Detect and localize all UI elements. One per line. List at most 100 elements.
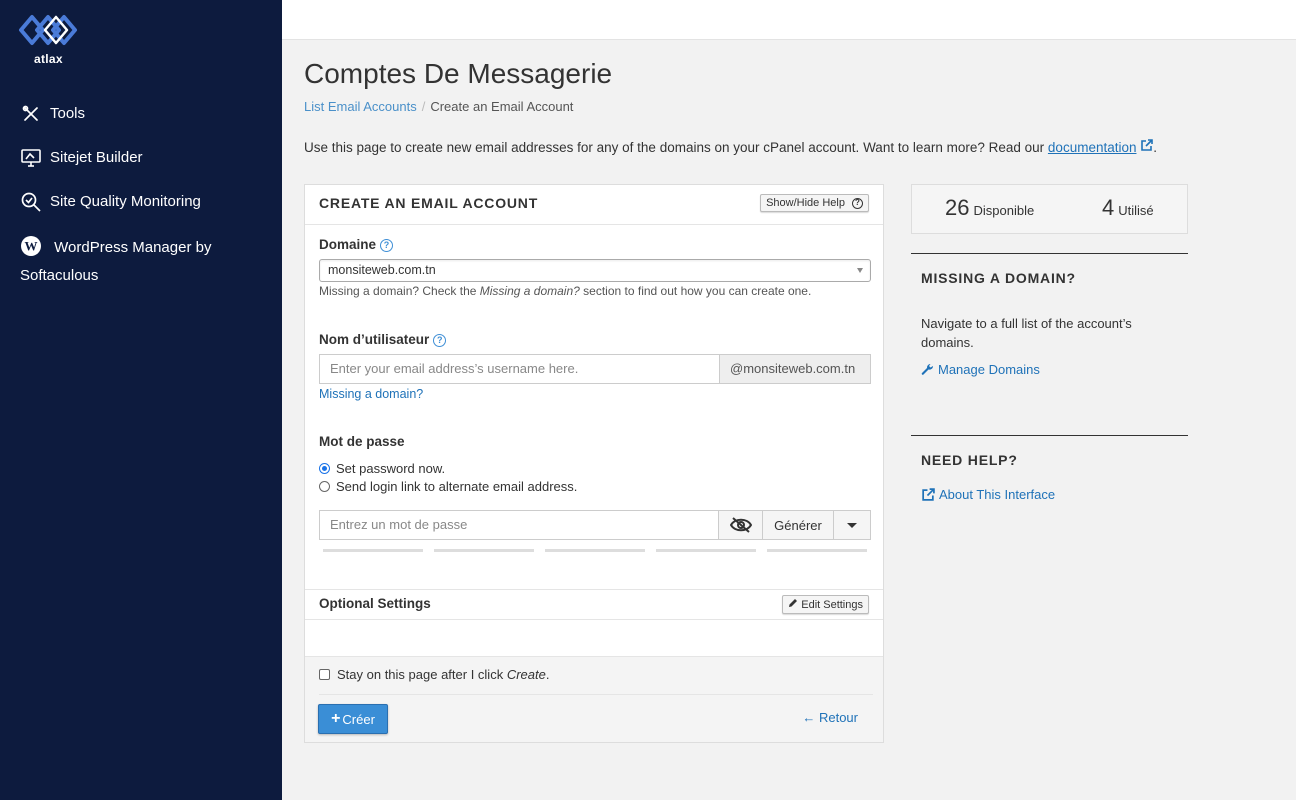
domain-hint-after: section to find out how you can create o… [583, 284, 812, 298]
arrow-left-icon: ← [802, 710, 816, 725]
stay-label-before: Stay on this page after I click [337, 667, 504, 682]
need-help-title: NEED HELP? [921, 452, 1018, 468]
domain-hint-before: Missing a domain? Check the [319, 284, 477, 298]
sidebar-item-label: WordPress Manager by Softaculous [20, 239, 212, 284]
manage-domains-link[interactable]: Manage Domains [921, 362, 1040, 377]
intro-sentence: Use this page to create new email addres… [304, 140, 1045, 155]
select-arrow-icon [857, 268, 863, 273]
strength-segment [434, 549, 534, 552]
sidebar-item-label: Site Quality Monitoring [50, 193, 201, 210]
missing-domain-title: MISSING A DOMAIN? [921, 270, 1076, 286]
username-domain-suffix: @monsiteweb.com.tn [719, 355, 870, 383]
edit-settings-label: Edit Settings [801, 599, 863, 611]
need-help-section: NEED HELP? About This Interface [911, 435, 1188, 515]
svg-text:W: W [25, 239, 38, 254]
monitor-icon [20, 147, 42, 169]
domain-help-icon[interactable]: ? [380, 239, 394, 252]
external-link-icon [1140, 139, 1154, 155]
used-stat: 4 Utilisé [1102, 195, 1154, 221]
used-label: Utilisé [1118, 203, 1154, 218]
sidebar-item-label: Sitejet Builder [50, 149, 143, 166]
breadcrumb: List Email Accounts / Create an Email Acco… [304, 99, 573, 114]
available-label: Disponible [973, 203, 1035, 218]
radio-set-password-now[interactable]: Set password now. [319, 461, 445, 476]
used-count: 4 [1102, 195, 1115, 220]
username-label: Nom d’utilisateur? [319, 332, 447, 347]
intro-end: . [1153, 140, 1158, 155]
radio-button[interactable] [319, 481, 330, 492]
plus-icon: + [331, 710, 341, 727]
create-button[interactable]: + Créer [318, 704, 388, 734]
generate-password-button[interactable]: Générer [762, 511, 833, 539]
generate-options-dropdown[interactable] [833, 511, 870, 539]
logo-text: atlax [34, 52, 63, 66]
stay-label-em: Create [506, 667, 546, 682]
intro-text: Use this page to create new email addres… [304, 139, 1157, 155]
question-circle-icon: ? [852, 198, 863, 209]
show-hide-help-button[interactable]: Show/Hide Help ? [760, 194, 869, 212]
radio-set-now-label: Set password now. [336, 461, 446, 476]
password-label: Mot de passe [319, 434, 405, 449]
external-link-icon [922, 487, 935, 501]
domain-label-text: Domaine [319, 237, 377, 252]
stay-label-after: . [545, 667, 550, 682]
sidebar-item-wordpress-manager[interactable]: W WordPress Manager by Softaculous [0, 224, 282, 298]
radio-send-link-label: Send login link to alternate email addre… [336, 479, 578, 494]
stay-on-page-checkbox[interactable] [319, 669, 330, 680]
username-help-icon[interactable]: ? [433, 334, 447, 347]
domain-select-value: monsiteweb.com.tn [328, 263, 436, 277]
sidebar-item-sitejet-builder[interactable]: Sitejet Builder [0, 136, 282, 180]
email-stats-box: 26 Disponible 4 Utilisé [911, 184, 1188, 234]
tools-icon [20, 103, 42, 125]
password-input[interactable]: Entrez un mot de passe [320, 511, 718, 539]
panel-header: CREATE AN EMAIL ACCOUNT Show/Hide Help ? [305, 185, 883, 225]
missing-domain-link[interactable]: Missing a domain? [319, 387, 423, 401]
breadcrumb-separator: / [421, 99, 426, 114]
pencil-icon [788, 599, 798, 611]
form-footer: Stay on this page after I click Create. … [305, 656, 883, 742]
domain-hint-em: Missing a domain? [479, 284, 580, 298]
sidebar-item-tools[interactable]: Tools [0, 92, 282, 136]
toggle-visibility-button[interactable] [718, 511, 762, 539]
password-input-group: Entrez un mot de passe Générer [319, 510, 871, 540]
stay-on-page-checkbox-row[interactable]: Stay on this page after I click Create. [319, 667, 549, 682]
back-button[interactable]: ← Retour [802, 710, 858, 725]
sidebar-nav: Tools Sitejet Builder Site Quality Monit… [0, 92, 282, 298]
available-stat: 26 Disponible [945, 195, 1034, 221]
sidebar-item-site-quality-monitoring[interactable]: Site Quality Monitoring [0, 180, 282, 224]
wordpress-icon: W [20, 235, 42, 257]
radio-button-checked[interactable] [319, 463, 330, 474]
strength-segment [767, 549, 867, 552]
strength-segment [323, 549, 423, 552]
footer-divider [319, 694, 873, 695]
strength-segment [656, 549, 756, 552]
available-count: 26 [945, 195, 970, 220]
about-interface-link[interactable]: About This Interface [921, 487, 1055, 502]
edit-settings-button[interactable]: Edit Settings [782, 595, 869, 614]
create-button-label: Créer [342, 711, 375, 727]
eye-slash-icon [729, 517, 752, 533]
breadcrumb-current: Create an Email Account [430, 99, 574, 114]
domain-hint: Missing a domain? Check the Missing a do… [319, 284, 811, 298]
username-input-group: Enter your email address’s username here… [319, 354, 871, 384]
sidebar-item-label: Tools [50, 105, 86, 122]
domain-select[interactable]: monsiteweb.com.tn [319, 259, 871, 282]
optional-settings-title: Optional Settings [319, 596, 431, 611]
panel-title: CREATE AN EMAIL ACCOUNT [319, 195, 539, 211]
page-title: Comptes De Messagerie [304, 58, 613, 89]
sidebar: atlax Tools Sitejet Builder Site Quality… [0, 0, 282, 800]
caret-down-icon [847, 522, 857, 528]
back-button-label: Retour [818, 710, 858, 725]
username-label-text: Nom d’utilisateur [319, 332, 430, 347]
missing-domain-section: MISSING A DOMAIN? Navigate to a full lis… [911, 253, 1188, 403]
about-interface-label: About This Interface [939, 487, 1056, 502]
missing-domain-text: Navigate to a full list of the account’s… [921, 316, 1132, 350]
documentation-link[interactable]: documentation [1048, 140, 1137, 155]
magnifier-check-icon [20, 191, 42, 213]
breadcrumb-link-list-email-accounts[interactable]: List Email Accounts [304, 99, 417, 114]
top-bar [282, 0, 1296, 40]
radio-send-login-link[interactable]: Send login link to alternate email addre… [319, 479, 577, 494]
password-strength-meter [323, 549, 867, 552]
create-email-panel: CREATE AN EMAIL ACCOUNT Show/Hide Help ?… [304, 184, 884, 743]
username-input[interactable]: Enter your email address’s username here… [320, 355, 719, 383]
